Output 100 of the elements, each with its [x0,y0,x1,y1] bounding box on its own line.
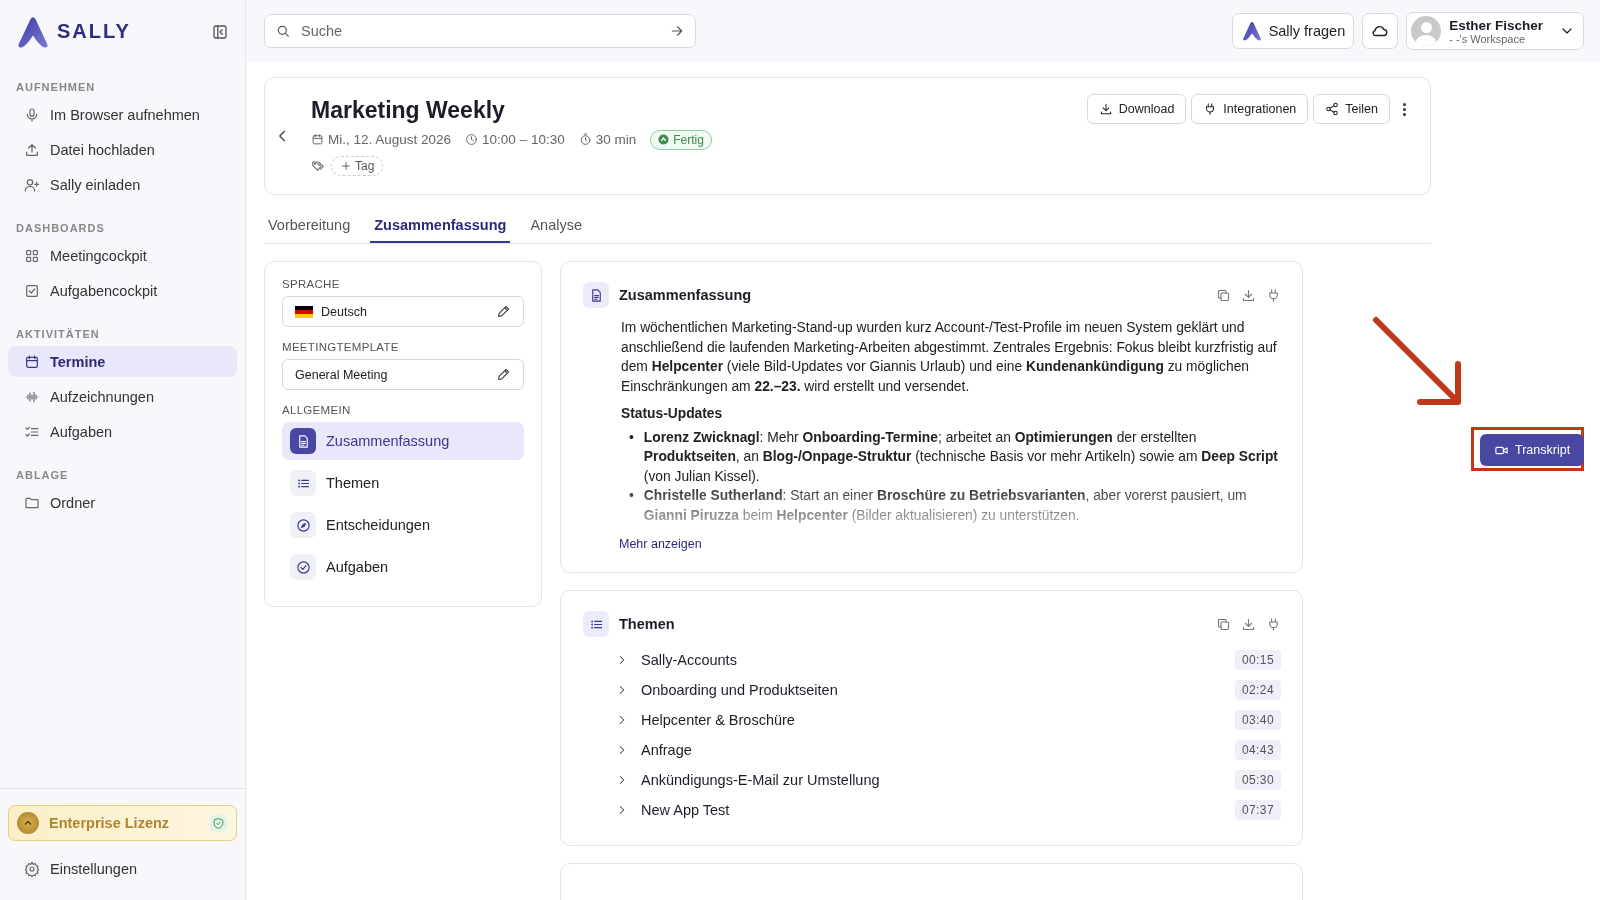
section-heading: AUFNEHMEN [15,81,97,95]
settings-item[interactable]: Einstellungen [8,853,237,884]
topic-row[interactable]: Onboarding und Produktseiten 02:24 [583,675,1281,705]
logo-text: SALLY [57,20,131,43]
status-badge: Fertig [650,129,712,150]
tab[interactable]: Zusammenfassung [370,207,511,243]
language-field[interactable]: Deutsch [282,296,524,327]
meeting-duration: 30 min [595,132,637,147]
meeting-time: 10:00 – 10:30 [482,132,565,147]
tab[interactable]: Analyse [526,207,586,243]
topic-row[interactable]: Helpcenter & Broschüre 03:40 [583,705,1281,735]
clock-icon [465,133,479,146]
panel-nav-item[interactable]: Zusammenfassung [282,422,524,460]
search-field[interactable]: Suche [264,14,696,48]
template-field[interactable]: General Meeting [282,359,524,390]
user-menu[interactable]: Esther Fischer - -'s Workspace [1406,12,1584,50]
sidebar-item[interactable]: Aufgabencockpit [8,275,237,306]
copy-button[interactable] [1216,287,1231,303]
user-name: Esther Fischer [1449,17,1543,33]
calendar-icon [24,353,40,370]
copy-icon [1216,287,1231,303]
timer-icon [578,133,592,146]
timestamp: 00:15 [1234,650,1281,670]
share-icon [1325,102,1340,116]
section-subheading: Status-Updates [621,405,724,423]
avatar-icon [1411,16,1442,46]
card-title: Themen [619,616,675,632]
meeting-date: Mi., 12. August 2026 [328,132,452,147]
logo-icon [1240,20,1263,42]
timestamp: 03:40 [1234,710,1281,730]
sidebar-item[interactable]: Termine [8,346,237,377]
sidebar-item[interactable]: Im Browser aufnehmen [8,99,237,130]
bullet-item: Christelle Sutherland: Start an einer Broschüre zu Betriebsvarianten, aber vorerst pausiert, um Gianni Piruzza beim Helpcenter (Bilder aktualisieren) zu unterstützen. [643,487,1248,525]
calendar-icon [311,133,324,146]
add-tag-button[interactable]: Tag [331,155,384,176]
field-label: MEETINGTEMPLATE [282,341,400,353]
copy-button[interactable] [1216,616,1231,632]
topic-row[interactable]: Anfrage 04:43 [583,735,1281,765]
section-heading: ABLAGE [15,469,70,483]
ask-button[interactable]: Sally fragen [1231,13,1355,49]
grid-icon [24,247,40,264]
plus-icon [340,159,352,172]
panel-nav-item[interactable]: Aufgaben [282,548,524,586]
sidebar-item[interactable]: Aufgaben [8,416,237,447]
compass-icon [295,517,311,533]
panel-nav-item[interactable]: Themen [282,464,524,502]
check-circle-icon [295,559,311,575]
plug-button[interactable] [1266,287,1281,303]
sidebar-toggle-button[interactable] [211,22,229,41]
field-label: SPRACHE [282,278,341,290]
add-user-icon [24,176,40,193]
topic-row[interactable]: New App Test 07:37 [583,795,1281,825]
topic-row[interactable]: Sally-Accounts 00:15 [583,645,1281,675]
checkbox-icon [24,282,40,299]
panel-nav-item[interactable]: Entscheidungen [282,506,524,544]
sidebar-icon [211,22,229,41]
card-title: Zusammenfassung [619,287,752,303]
section-heading: AKTIVITÄTEN [15,328,101,342]
section-heading: ALLGEMEIN [282,404,352,416]
download-button[interactable] [1241,287,1256,303]
cloud-button[interactable] [1362,13,1399,49]
timestamp: 02:24 [1234,680,1281,700]
arrow-right-icon [669,23,685,39]
topic-row[interactable]: Ankündigungs-E-Mail zur Umstellung 05:30 [583,765,1281,795]
download-icon [1241,287,1256,303]
pencil-icon [496,367,511,382]
show-more-link[interactable]: Mehr anzeigen [619,537,702,551]
sidebar-item[interactable]: Datei hochladen [8,134,237,165]
search-icon [275,23,291,39]
shield-icon [212,816,225,830]
bullet-marker: • [629,428,634,447]
plug-icon [1266,287,1281,303]
timestamp: 05:30 [1234,770,1281,790]
timestamp: 04:43 [1234,740,1281,760]
meeting-title: Marketing Weekly [311,96,506,124]
sidebar-item[interactable]: Meetingcockpit [8,240,237,271]
pencil-icon [496,304,511,319]
workspace-name: - -'s Workspace [1449,32,1527,45]
plug-button[interactable] [1266,616,1281,632]
sidebar-item[interactable]: Sally einladen [8,169,237,200]
action-button[interactable]: Download [1086,94,1187,124]
download-icon [1241,616,1256,632]
flag-icon [295,305,313,318]
sidebar-item[interactable]: Ordner [8,487,237,518]
section-heading: DASHBOARDS [15,222,106,236]
bullet-marker: • [629,487,634,505]
tab[interactable]: Vorbereitung [264,207,355,243]
transcript-button[interactable]: Transkript [1480,434,1585,466]
action-button[interactable]: Integrationen [1191,94,1309,124]
plug-icon [1266,616,1281,632]
settings-icon [24,860,40,877]
action-button[interactable]: Teilen [1313,94,1390,124]
summary-paragraph: Im wöchentlichen Marketing-Stand-up wurden kurz Account-/Test-Profile im neuen System geklärt und anschließend die laufenden Marketing-Arbeiten abgestimmt. Zentrales Ergebnis: Fokus bleibt kurzfristig auf dem Helpcenter (viele Bild-Updates vor Giannis Urlaub) und eine Kundenankündigung zu möglichen Einschränkungen am 22.–23. wird erstellt und versendet. [621,319,1278,396]
timestamp: 07:37 [1234,800,1281,820]
tags-icon [311,158,325,173]
upload-icon [24,141,40,158]
microphone-icon [24,106,40,123]
chevron-icon [17,812,39,834]
sidebar-item[interactable]: Aufzeichnungen [8,381,237,412]
download-button[interactable] [1241,616,1256,632]
